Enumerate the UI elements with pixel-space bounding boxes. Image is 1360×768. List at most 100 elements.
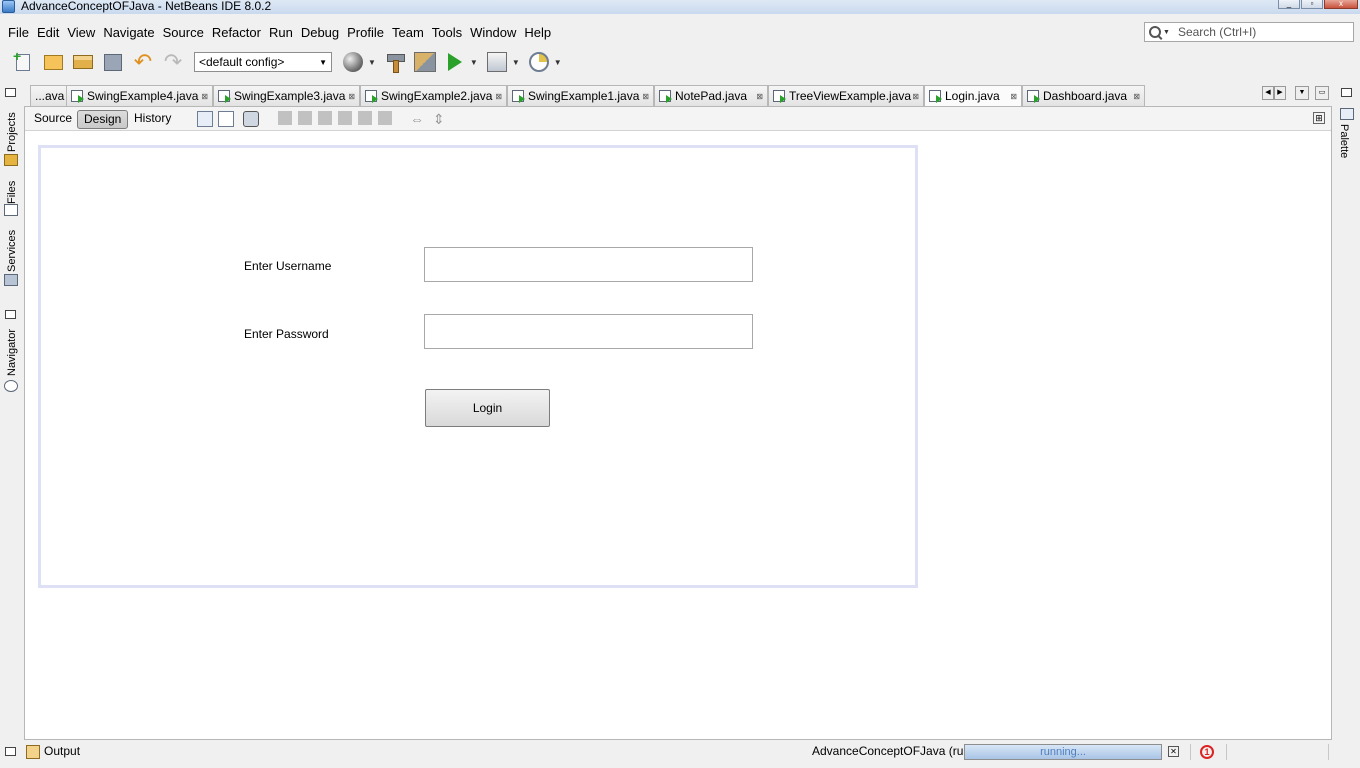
task-progress-bar[interactable]: running... [964,744,1162,760]
menu-tools[interactable]: Tools [428,22,466,44]
close-tab-icon[interactable]: ⊠ [495,92,502,101]
scroll-tabs-right-icon[interactable]: ▶ [1274,86,1286,100]
side-tab-services[interactable]: Services [2,226,22,272]
save-icon [104,53,122,71]
save-all-button[interactable] [100,49,126,75]
form-design-canvas[interactable]: Enter Username Enter Password Login [38,145,918,588]
config-select[interactable]: <default config> ▼ [194,52,332,72]
menu-team[interactable]: Team [388,22,428,44]
change-vertical-resizability-icon[interactable]: ⇕ [433,111,449,127]
running-task-label[interactable]: AdvanceConceptOFJava (run) [812,744,974,758]
chevron-down-icon[interactable]: ▼ [1163,29,1170,36]
scroll-tabs-left-icon[interactable]: ◀ [1262,86,1274,100]
new-project-button[interactable] [40,49,66,75]
close-tab-icon[interactable]: ⊠ [642,92,649,101]
tab-history[interactable]: History [128,110,177,129]
menu-navigate[interactable]: Navigate [99,22,158,44]
align-top-icon[interactable] [338,111,352,125]
restore-window-group-icon[interactable] [5,310,16,319]
navigator-compass-icon[interactable] [4,380,18,392]
profile-button[interactable] [526,49,552,75]
editor-tab[interactable]: NotePad.java ⊠ [654,85,768,106]
editor-tab[interactable]: SwingExample2.java ⊠ [360,85,507,106]
close-tab-icon[interactable]: ⊠ [201,92,208,101]
debug-button[interactable] [484,49,510,75]
close-tab-icon[interactable]: ⊠ [1133,92,1140,101]
align-right-icon[interactable] [298,111,312,125]
search-icon[interactable] [1149,26,1161,38]
side-tab-projects[interactable]: Projects [2,106,22,152]
side-tab-navigator[interactable]: Navigator [2,328,22,376]
build-button[interactable] [382,49,408,75]
left-sidebar: Projects Files Services Navigator [0,82,24,742]
tab-source[interactable]: Source [28,110,78,129]
menu-run[interactable]: Run [265,22,297,44]
output-tab[interactable]: Output [44,744,80,758]
cancel-task-icon[interactable]: ✕ [1168,746,1179,757]
menu-file[interactable]: File [4,22,33,44]
run-button[interactable] [442,49,468,75]
undo-button[interactable]: ↶ [130,49,156,75]
password-field[interactable] [424,314,753,349]
menu-view[interactable]: View [63,22,99,44]
tab-design[interactable]: Design [77,110,129,129]
maximize-window-icon[interactable]: ▭ [1315,86,1329,100]
menu-debug[interactable]: Debug [297,22,343,44]
notifications-badge[interactable]: 1 [1200,745,1214,759]
menu-profile[interactable]: Profile [343,22,388,44]
browser-button[interactable] [340,49,366,75]
chevron-down-icon[interactable]: ▼ [554,58,562,67]
menu-edit[interactable]: Edit [33,22,63,44]
output-icon[interactable] [26,745,40,759]
restore-window-group-icon[interactable] [5,88,16,97]
close-window-button[interactable]: x [1324,0,1358,9]
editor-tab[interactable]: TreeViewExample.java ⊠ [768,85,924,106]
editor-tab[interactable]: ...ava [30,85,70,106]
center-horizontally-icon[interactable] [318,111,332,125]
chevron-down-icon[interactable]: ▼ [470,58,478,67]
menu-refactor[interactable]: Refactor [208,22,265,44]
editor-tab[interactable]: SwingExample1.java ⊠ [507,85,654,106]
menu-help[interactable]: Help [520,22,555,44]
center-vertically-icon[interactable] [378,111,392,125]
files-icon[interactable] [4,204,18,216]
maximize-button[interactable]: ▫ [1301,0,1323,9]
minimize-button[interactable]: _ [1278,0,1300,9]
restore-output-icon[interactable] [5,747,16,756]
restore-window-group-icon[interactable] [1341,88,1352,97]
side-tab-palette[interactable]: Palette [1338,124,1350,158]
editor-tab[interactable]: SwingExample3.java ⊠ [213,85,360,106]
editor-tab-label: ...ava [35,89,65,103]
align-left-icon[interactable] [278,111,292,125]
right-sidebar: Palette [1334,82,1360,742]
preview-design-icon[interactable] [243,111,259,127]
services-icon[interactable] [4,274,18,286]
side-tab-files[interactable]: Files [2,176,22,204]
quick-search-field[interactable]: ▼ Search (Ctrl+I) [1144,22,1354,42]
redo-button[interactable]: ↷ [160,49,186,75]
connection-mode-icon[interactable] [218,111,234,127]
chevron-down-icon[interactable]: ▼ [368,58,376,67]
selection-mode-icon[interactable] [197,111,213,127]
show-opened-documents-icon[interactable]: ▼ [1295,86,1309,100]
expand-editor-icon[interactable]: ⊞ [1313,112,1325,124]
open-project-button[interactable] [70,49,96,75]
close-tab-icon[interactable]: ⊠ [912,92,919,101]
login-button[interactable]: Login [425,389,550,427]
editor-tab[interactable]: SwingExample4.java ⊠ [66,85,213,106]
editor-tab-active[interactable]: Login.java ⊠ [924,85,1022,106]
clean-build-button[interactable] [412,49,438,75]
menu-window[interactable]: Window [466,22,520,44]
align-bottom-icon[interactable] [358,111,372,125]
close-tab-icon[interactable]: ⊠ [1010,92,1017,101]
chevron-down-icon[interactable]: ▼ [512,58,520,67]
change-horizontal-resizability-icon[interactable]: ⇔ [410,111,426,127]
new-file-button[interactable] [10,49,36,75]
close-tab-icon[interactable]: ⊠ [348,92,355,101]
close-tab-icon[interactable]: ⊠ [756,92,763,101]
menu-source[interactable]: Source [159,22,208,44]
projects-icon[interactable] [4,154,18,166]
palette-icon[interactable] [1340,108,1354,120]
username-field[interactable] [424,247,753,282]
editor-tab[interactable]: Dashboard.java ⊠ [1022,85,1145,106]
